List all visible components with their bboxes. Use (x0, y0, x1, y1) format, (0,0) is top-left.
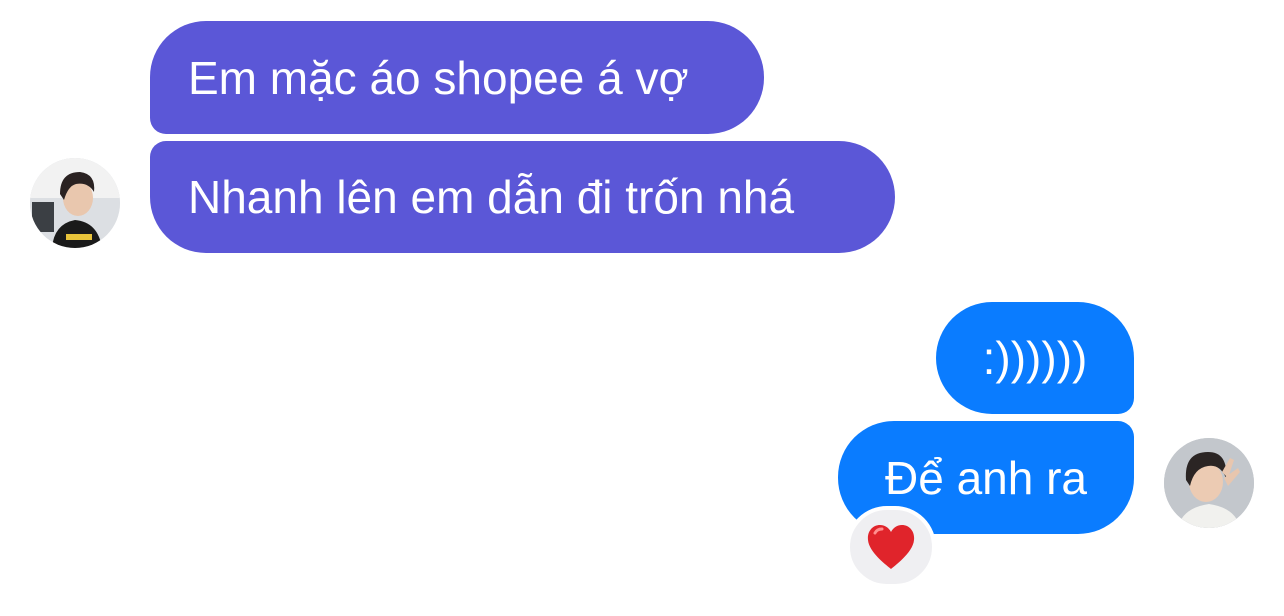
user-avatar-image (1164, 438, 1254, 528)
user-avatar[interactable] (1164, 438, 1254, 528)
message-reaction[interactable] (846, 506, 936, 588)
message-text: Nhanh lên em dẫn đi trốn nhá (188, 171, 795, 223)
outgoing-message[interactable]: :)))))) (936, 302, 1134, 414)
incoming-message[interactable]: Em mặc áo shopee á vợ (150, 21, 764, 134)
contact-avatar-image (30, 158, 120, 248)
message-text: Em mặc áo shopee á vợ (188, 51, 689, 104)
message-text: Để anh ra (884, 451, 1087, 504)
message-text: :)))))) (982, 332, 1088, 384)
contact-avatar[interactable] (30, 158, 120, 248)
incoming-message[interactable]: Nhanh lên em dẫn đi trốn nhá (150, 141, 895, 253)
heart-icon (867, 525, 915, 569)
